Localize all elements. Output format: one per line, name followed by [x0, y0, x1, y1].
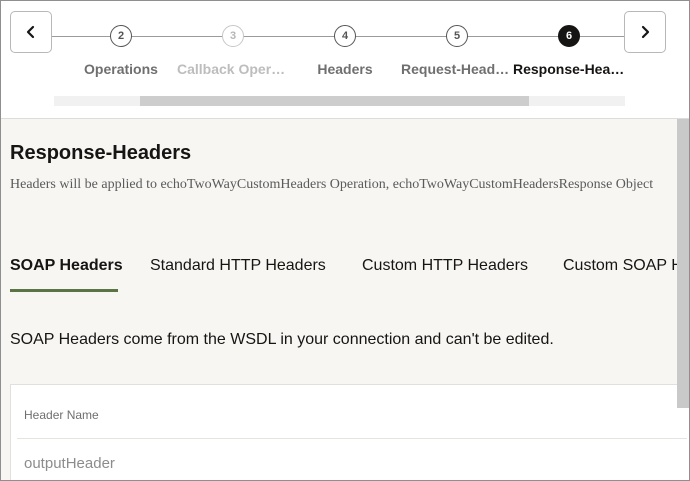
step-number: 4 [334, 25, 356, 47]
vertical-scrollbar[interactable] [677, 119, 689, 408]
tab-soap-headers[interactable]: SOAP Headers [10, 257, 123, 275]
step-label: Request-Headers [401, 61, 513, 77]
train-step-response-headers[interactable]: 6 Response-Headers [504, 25, 634, 85]
previous-step-button[interactable] [10, 11, 52, 53]
step-label: Headers [317, 61, 373, 77]
tab-custom-http-headers[interactable]: Custom HTTP Headers [362, 257, 528, 275]
train-step-request-headers[interactable]: 5 Request-Headers [392, 25, 522, 85]
page-title: Response-Headers [10, 142, 192, 164]
table-row: outputHeader [24, 455, 115, 472]
step-number: 2 [110, 25, 132, 47]
step-number: 5 [446, 25, 468, 47]
train-horizontal-scrollbar[interactable] [54, 96, 625, 106]
step-label: Response-Headers [513, 61, 625, 77]
page-content: Response-Headers Headers will be applied… [1, 119, 689, 480]
scrollbar-thumb[interactable] [140, 96, 529, 106]
tab-standard-http-headers[interactable]: Standard HTTP Headers [150, 257, 326, 275]
selected-tab-indicator [10, 289, 118, 292]
next-step-button[interactable] [624, 11, 666, 53]
tab-custom-soap-headers[interactable]: Custom SOAP Headers [563, 257, 689, 275]
step-number: 3 [222, 25, 244, 47]
table-divider [17, 438, 687, 439]
step-label: Operations [84, 61, 158, 77]
train-step-operations[interactable]: 2 Operations [56, 25, 186, 85]
chevron-left-icon [26, 25, 35, 39]
column-header-header-name: Header Name [24, 408, 99, 422]
headers-table: Header Name outputHeader [10, 384, 689, 480]
train-step-headers[interactable]: 4 Headers [280, 25, 410, 85]
wizard-train: 2 Operations 3 Callback Operation 4 Head… [1, 1, 689, 119]
page-subtitle: Headers will be applied to echoTwoWayCus… [10, 177, 654, 192]
step-label: Callback Operation [177, 61, 289, 77]
train-step-callback-operation: 3 Callback Operation [168, 25, 298, 85]
app-frame: 2 Operations 3 Callback Operation 4 Head… [0, 0, 690, 481]
step-number: 6 [558, 25, 580, 47]
chevron-right-icon [641, 25, 650, 39]
info-message: SOAP Headers come from the WSDL in your … [10, 331, 554, 348]
